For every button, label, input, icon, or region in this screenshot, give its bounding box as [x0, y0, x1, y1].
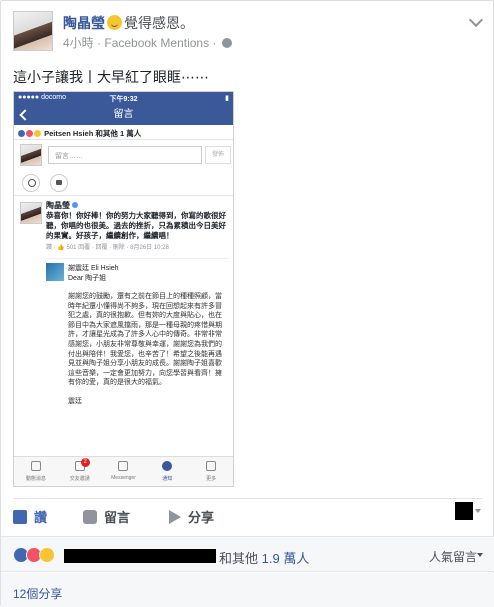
- phone-likes-text: Peitsen Hsieh 和其他 1 萬人: [44, 129, 142, 138]
- messenger-icon: [118, 461, 129, 471]
- haha-reaction-icon: [34, 130, 41, 137]
- author-name[interactable]: 陶晶瑩: [63, 15, 105, 31]
- shares-row: 12個分享: [1, 573, 494, 607]
- sort-dropdown[interactable]: 人氣留言: [429, 548, 477, 565]
- love-reaction-icon: [26, 130, 33, 137]
- like-reaction-icon: [18, 130, 25, 137]
- post-source[interactable]: Facebook Mentions: [104, 36, 209, 50]
- phone-reply-greeting: Dear 陶子姐: [68, 275, 107, 282]
- share-button[interactable]: 分享: [169, 507, 214, 526]
- like-button[interactable]: 讚: [13, 507, 47, 526]
- phone-reply-signature: 震廷: [68, 397, 82, 405]
- phone-comment: 陶晶瑩 恭喜你！你好棒！你的努力大家聽得到，你寫的歌很好聽，你唱的也很美。過去的…: [14, 196, 233, 254]
- author-line: 陶晶瑩 覺得感恩。: [63, 13, 194, 33]
- avatar: [46, 263, 64, 281]
- phone-reply: 謝震廷 Eli Hsieh Dear 陶子姐 謝謝您的鼓勵，還有之前在節目上的種…: [46, 258, 229, 406]
- phone-send-button: 發佈: [205, 146, 231, 164]
- phone-tab-friend-requests: 2 交友邀請: [69, 458, 90, 482]
- thumbs-up-icon: [13, 509, 27, 524]
- globe-icon: [221, 38, 232, 48]
- redacted-names: [64, 549, 216, 563]
- phone-comment-input: 留言……: [48, 146, 202, 164]
- phone-time: 下午9:32: [109, 96, 138, 103]
- embedded-screenshot[interactable]: ●●●●● docomo 下午9:32 ▮ 留言 Peitsen Hsieh 和…: [13, 91, 234, 487]
- phone-likes: Peitsen Hsieh 和其他 1 萬人: [14, 125, 233, 140]
- facebook-post: 陶晶瑩 覺得感恩。 4小時 · Facebook Mentions · 這小子讓我…: [0, 0, 494, 607]
- verified-icon: [72, 202, 78, 208]
- avatar: [20, 202, 42, 224]
- notification-badge: 2: [80, 458, 90, 467]
- haha-reaction-icon: [39, 547, 55, 563]
- phone-reply-body: 謝謝您的鼓勵，還有之前在節目上的種種照顧，當時年紀還小懂得尚不夠多，現在回想起來…: [68, 293, 222, 387]
- phone-comment-meta: 讚 · 👍 501 回覆 · 回覆 · 刪除 · 8月26日 10:28: [46, 245, 169, 251]
- phone-comment-author: 陶晶瑩: [46, 200, 229, 211]
- post-text: 這小子讓我丨大早紅了眼眶⋯⋯: [13, 69, 209, 85]
- divider: [13, 498, 483, 499]
- feeling-text: 覺得感恩。: [124, 15, 194, 31]
- share-icon: [169, 509, 181, 524]
- redacted-avatar[interactable]: [455, 502, 473, 520]
- menu-icon: [206, 461, 217, 471]
- phone-tab-bar: 動態消息 2 交友邀請 Messenger 通知 更多: [14, 456, 233, 486]
- news-feed-icon: [30, 461, 41, 471]
- phone-tab-news-feed: 動態消息: [14, 457, 58, 486]
- reaction-icons[interactable]: [13, 547, 55, 563]
- reaction-count: 1.9 萬人: [261, 551, 310, 566]
- comment-icon: [83, 509, 97, 524]
- action-bar: 讚 留言 分享: [13, 505, 483, 527]
- phone-comment-input-row: 留言…… 發佈: [14, 140, 233, 170]
- phone-nav-title: 留言: [113, 109, 134, 120]
- caret-down-icon[interactable]: [475, 509, 481, 513]
- phone-tab-notifications: 通知: [145, 457, 189, 486]
- globe-icon: [162, 461, 173, 471]
- reaction-text[interactable]: 和其他 1.9 萬人: [219, 548, 309, 567]
- post-meta: 4小時 · Facebook Mentions ·: [63, 34, 232, 51]
- phone-status-bar: ●●●●● docomo 下午9:32 ▮: [14, 92, 233, 105]
- smiling-face-icon: [107, 15, 122, 30]
- phone-reply-author: 謝震廷 Eli Hsieh: [68, 265, 119, 272]
- chevron-down-icon[interactable]: [477, 553, 483, 557]
- comment-button[interactable]: 留言: [83, 507, 130, 526]
- smile-icon: [22, 174, 40, 192]
- phone-tab-more: 更多: [189, 457, 233, 486]
- phone-comment-text: 恭喜你！你好棒！你的努力大家聽得到，你寫的歌很好聽，你唱的也很美。過去的挫折，只…: [46, 211, 226, 240]
- chevron-down-icon[interactable]: [468, 12, 484, 28]
- author-avatar[interactable]: [13, 11, 53, 51]
- post-time[interactable]: 4小時: [63, 36, 94, 50]
- reactions-summary: 和其他 1.9 萬人 人氣留言: [1, 536, 494, 572]
- phone-tab-messenger: Messenger: [102, 457, 146, 486]
- battery-icon: ▮: [225, 95, 229, 102]
- phone-nav-bar: 留言: [14, 105, 233, 125]
- camera-icon: [50, 174, 68, 192]
- avatar: [20, 144, 42, 166]
- post-header: 陶晶瑩 覺得感恩。 4小時 · Facebook Mentions ·: [13, 11, 484, 53]
- back-icon: [19, 109, 31, 121]
- shares-link[interactable]: 12個分享: [13, 585, 62, 602]
- phone-attach-row: [14, 170, 233, 196]
